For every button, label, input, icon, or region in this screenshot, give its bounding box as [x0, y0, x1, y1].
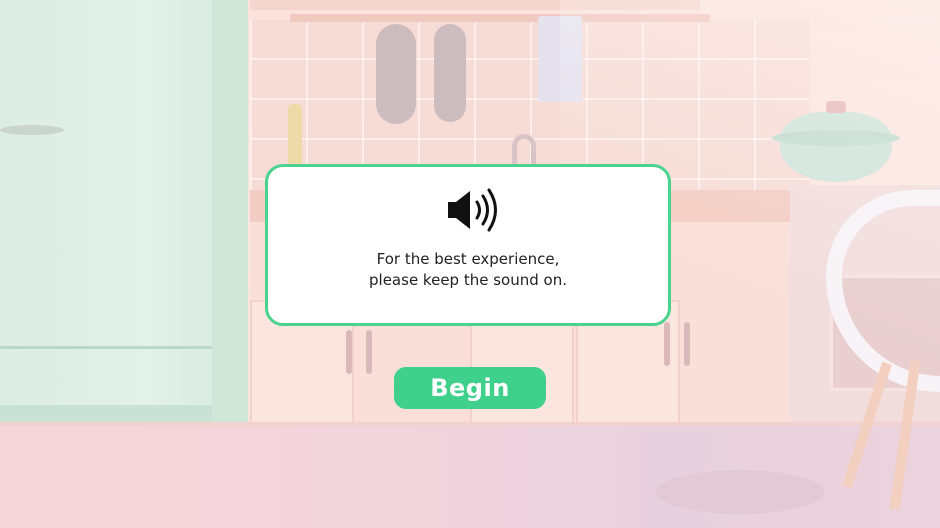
cabinet-handle	[346, 330, 352, 374]
begin-button[interactable]: Begin	[394, 367, 546, 409]
fridge-illustration	[0, 0, 248, 430]
fridge-side	[212, 0, 248, 430]
spatula-illustration	[434, 24, 466, 122]
message-line-1: For the best experience,	[376, 250, 560, 268]
message-line-2: please keep the sound on.	[369, 271, 567, 289]
sound-notice-message: For the best experience, please keep the…	[268, 249, 668, 291]
plate-illustration	[0, 125, 64, 135]
ladle-illustration	[376, 24, 416, 124]
speaker-volume-icon	[448, 188, 497, 232]
fridge-divider	[0, 346, 212, 349]
cabinet-handle	[366, 330, 372, 374]
bottle-illustration	[288, 104, 302, 164]
sound-notice-dialog: For the best experience, please keep the…	[265, 164, 671, 326]
